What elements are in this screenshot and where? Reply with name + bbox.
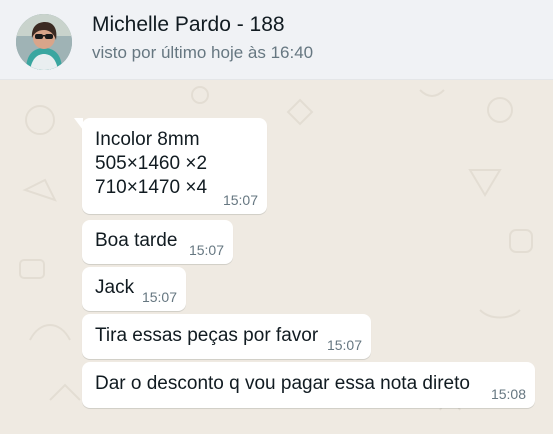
message-time: 15:07	[188, 242, 224, 258]
message-text: Dar o desconto q vou pagar essa nota dir…	[95, 373, 470, 394]
message-bubble[interactable]: Dar o desconto q vou pagar essa nota dir…	[82, 362, 535, 408]
profile-photo-avatar	[16, 14, 72, 70]
message-list[interactable]: Incolor 8mm 505×1460 ×2 710×1470 ×4 15:0…	[0, 80, 553, 434]
message-bubble[interactable]: Jack 15:07	[82, 267, 186, 311]
message-bubble[interactable]: Incolor 8mm 505×1460 ×2 710×1470 ×4 15:0…	[74, 118, 267, 214]
message-bubble[interactable]: Tira essas peças por favor 15:07	[82, 314, 371, 359]
contact-name[interactable]: Michelle Pardo - 188	[92, 13, 285, 37]
message-text: Jack	[95, 277, 135, 298]
message-time: 15:07	[222, 192, 258, 208]
message-line: Incolor 8mm	[95, 129, 200, 150]
message-time: 15:07	[141, 289, 177, 305]
message-text: Tira essas peças por favor	[95, 325, 319, 346]
message-time: 15:08	[490, 386, 526, 402]
message-text: Boa tarde	[95, 230, 178, 251]
message-bubble[interactable]: Boa tarde 15:07	[82, 220, 233, 264]
message-line: 505×1460 ×2	[95, 153, 208, 174]
message-line: 710×1470 ×4	[95, 177, 208, 198]
message-time: 15:07	[326, 337, 362, 353]
last-seen-status: visto por último hoje às 16:40	[92, 43, 314, 62]
avatar[interactable]	[16, 14, 72, 70]
message-text: Incolor 8mm 505×1460 ×2 710×1470 ×4	[95, 128, 207, 200]
chat-header[interactable]: Michelle Pardo - 188 visto por último ho…	[0, 0, 553, 80]
bubble-tail	[74, 118, 83, 130]
